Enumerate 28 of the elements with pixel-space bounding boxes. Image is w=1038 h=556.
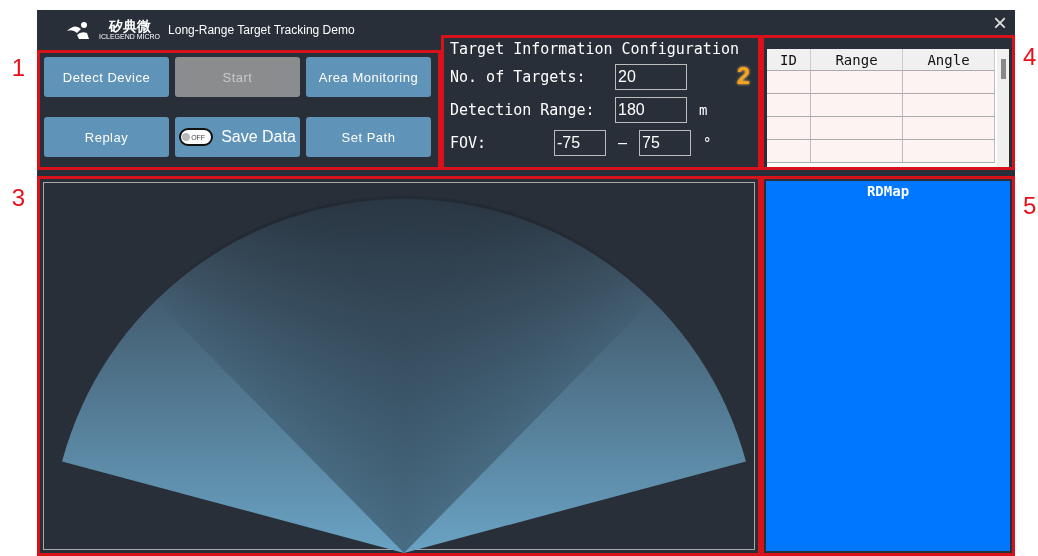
logo-icon <box>67 21 91 39</box>
table-cell <box>767 94 811 117</box>
rdmap-title: RDMap <box>866 183 910 201</box>
annotation-number: 3 <box>11 186 26 210</box>
field-label: FOV: <box>450 134 488 152</box>
annotation-number: 4 <box>1023 45 1037 69</box>
input-field[interactable]: 20 <box>615 64 687 90</box>
field-label: No. of Targets: <box>450 68 587 86</box>
table-cell <box>767 71 811 94</box>
table-cell <box>767 117 811 140</box>
unit-label: m <box>699 102 708 118</box>
unit-label: ° <box>703 135 712 151</box>
field-label: Detection Range: <box>450 101 596 119</box>
scrollbar[interactable] <box>997 49 1009 167</box>
annotation-number: 2 <box>736 62 750 90</box>
annotation-number: 1 <box>11 56 26 80</box>
logo-text: 矽典微 <box>108 19 151 33</box>
config-title: Target Information Configuration <box>450 40 740 58</box>
input-field[interactable]: 75 <box>639 130 692 156</box>
input-field[interactable]: -75 <box>554 130 606 156</box>
column-header: ID <box>767 49 811 71</box>
column-header: Angle <box>903 49 995 71</box>
range-separator: – <box>618 134 628 152</box>
close-button[interactable]: × <box>985 10 1015 35</box>
column-header: Range <box>811 49 903 71</box>
input-field[interactable]: 180 <box>615 97 687 123</box>
window-title: Long-Range Target Tracking Demo <box>168 23 355 37</box>
annotation-number: 5 <box>1023 194 1037 218</box>
